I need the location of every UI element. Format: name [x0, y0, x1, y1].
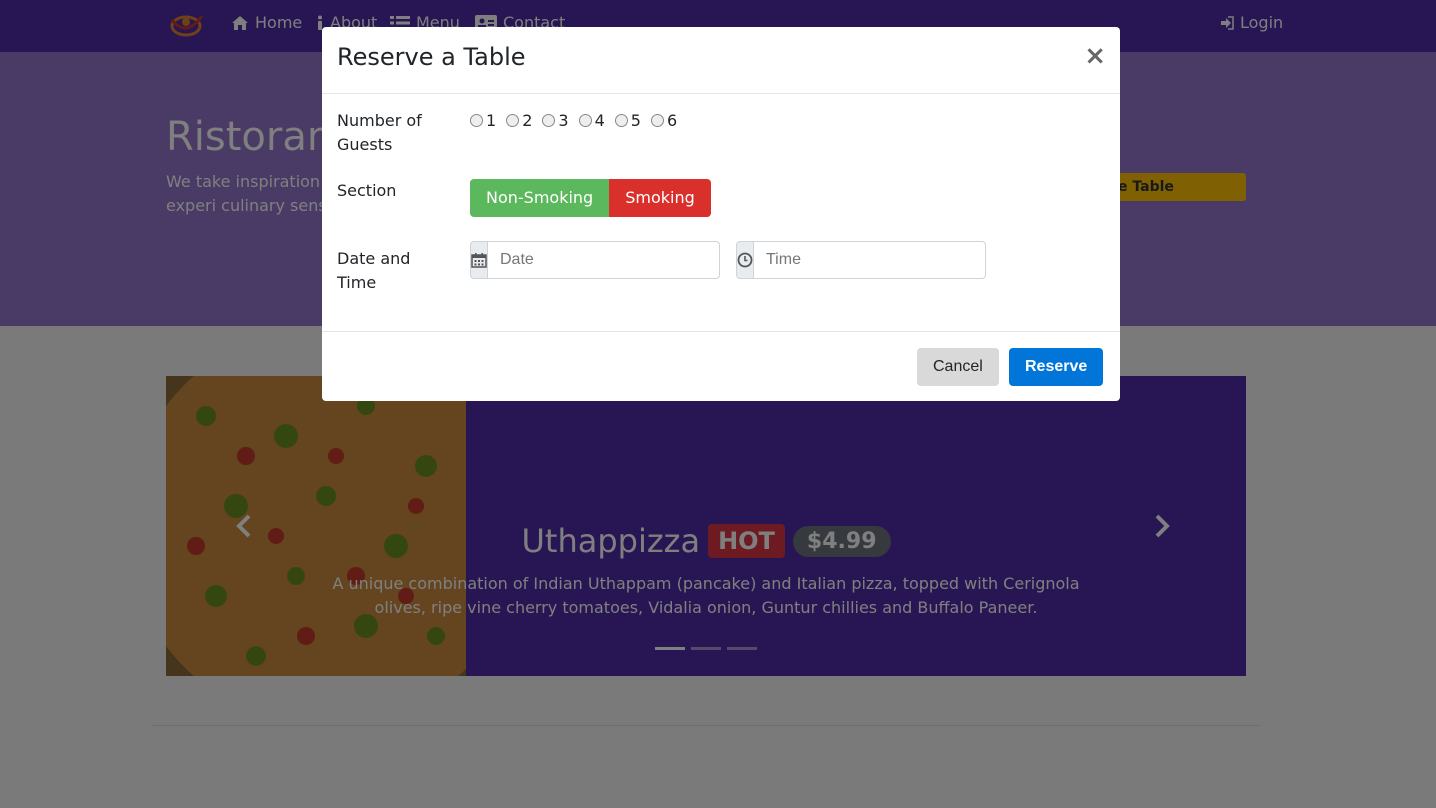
radio-icon[interactable]: [506, 114, 520, 127]
radio-icon[interactable]: [578, 114, 592, 127]
modal-header: Reserve a Table ×: [322, 27, 1120, 94]
section-toggle: Non-Smoking Smoking: [470, 179, 711, 217]
guest-option-label: 2: [522, 111, 533, 130]
guest-option-2[interactable]: 2: [506, 111, 532, 130]
clock-addon: [736, 241, 754, 279]
modal-title: Reserve a Table: [337, 43, 526, 71]
section-label: Section: [337, 181, 397, 200]
smoking-button[interactable]: Smoking: [609, 179, 711, 217]
radio-icon[interactable]: [614, 114, 628, 127]
date-input[interactable]: [488, 241, 720, 279]
calendar-icon: [471, 253, 487, 268]
guest-option-6[interactable]: 6: [650, 111, 678, 130]
date-input-group: [470, 241, 720, 279]
time-input-group: [736, 241, 986, 279]
datetime-label: Date and Time: [337, 249, 411, 292]
radio-icon[interactable]: [470, 114, 483, 127]
guest-option-label: 3: [558, 111, 569, 130]
cancel-button[interactable]: Cancel: [917, 348, 999, 386]
guest-option-5[interactable]: 5: [614, 111, 641, 130]
guest-option-1[interactable]: 1: [470, 111, 496, 130]
guest-option-4[interactable]: 4: [578, 111, 605, 130]
guest-option-label: 6: [666, 111, 678, 130]
guest-option-3[interactable]: 3: [542, 111, 569, 130]
modal-footer: Cancel Reserve: [322, 331, 1120, 401]
guest-option-label: 1: [486, 111, 497, 130]
radio-icon[interactable]: [542, 114, 556, 127]
time-input[interactable]: [754, 241, 986, 279]
calendar-addon: [470, 241, 488, 279]
guests-radio-group: 1 2 3 4 5 6: [470, 111, 677, 130]
clock-icon: [737, 252, 753, 268]
close-icon[interactable]: ×: [1084, 43, 1106, 69]
non-smoking-button[interactable]: Non-Smoking: [470, 179, 610, 217]
guests-label: Number of Guests: [337, 111, 422, 154]
reserve-modal: Reserve a Table × Number of Guests 1 2 3…: [322, 27, 1120, 401]
radio-icon[interactable]: [650, 114, 664, 127]
guest-option-label: 5: [630, 111, 641, 130]
reserve-button[interactable]: Reserve: [1009, 348, 1104, 386]
guest-option-label: 4: [594, 111, 605, 130]
